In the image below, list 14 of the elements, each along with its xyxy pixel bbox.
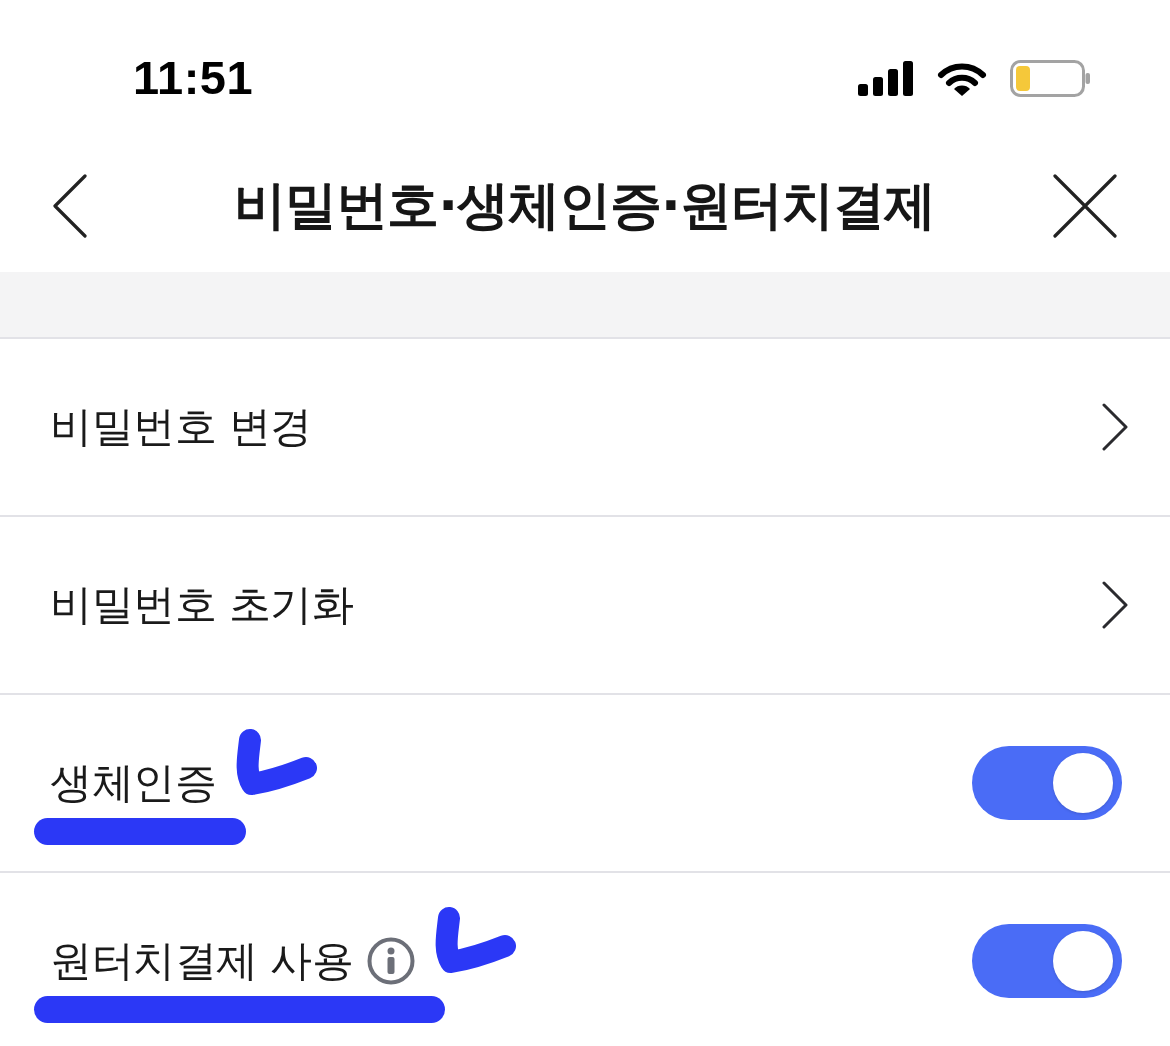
info-icon[interactable] [367, 937, 416, 985]
wifi-icon [937, 60, 987, 97]
status-time: 11:51 [133, 52, 254, 104]
chevron-right-icon [1102, 581, 1128, 629]
back-icon [52, 174, 88, 238]
back-button[interactable] [52, 174, 88, 238]
close-button[interactable] [1053, 174, 1117, 238]
setting-label: 원터치결제 사용 [50, 936, 354, 986]
close-icon [1053, 174, 1117, 238]
chevron-right-icon [1102, 403, 1128, 451]
setting-label: 생체인증 [50, 758, 216, 808]
battery-icon [1010, 60, 1090, 97]
page-title: 비밀번호·생체인증·원터치결제 [234, 174, 935, 237]
signal-icon [858, 61, 914, 96]
